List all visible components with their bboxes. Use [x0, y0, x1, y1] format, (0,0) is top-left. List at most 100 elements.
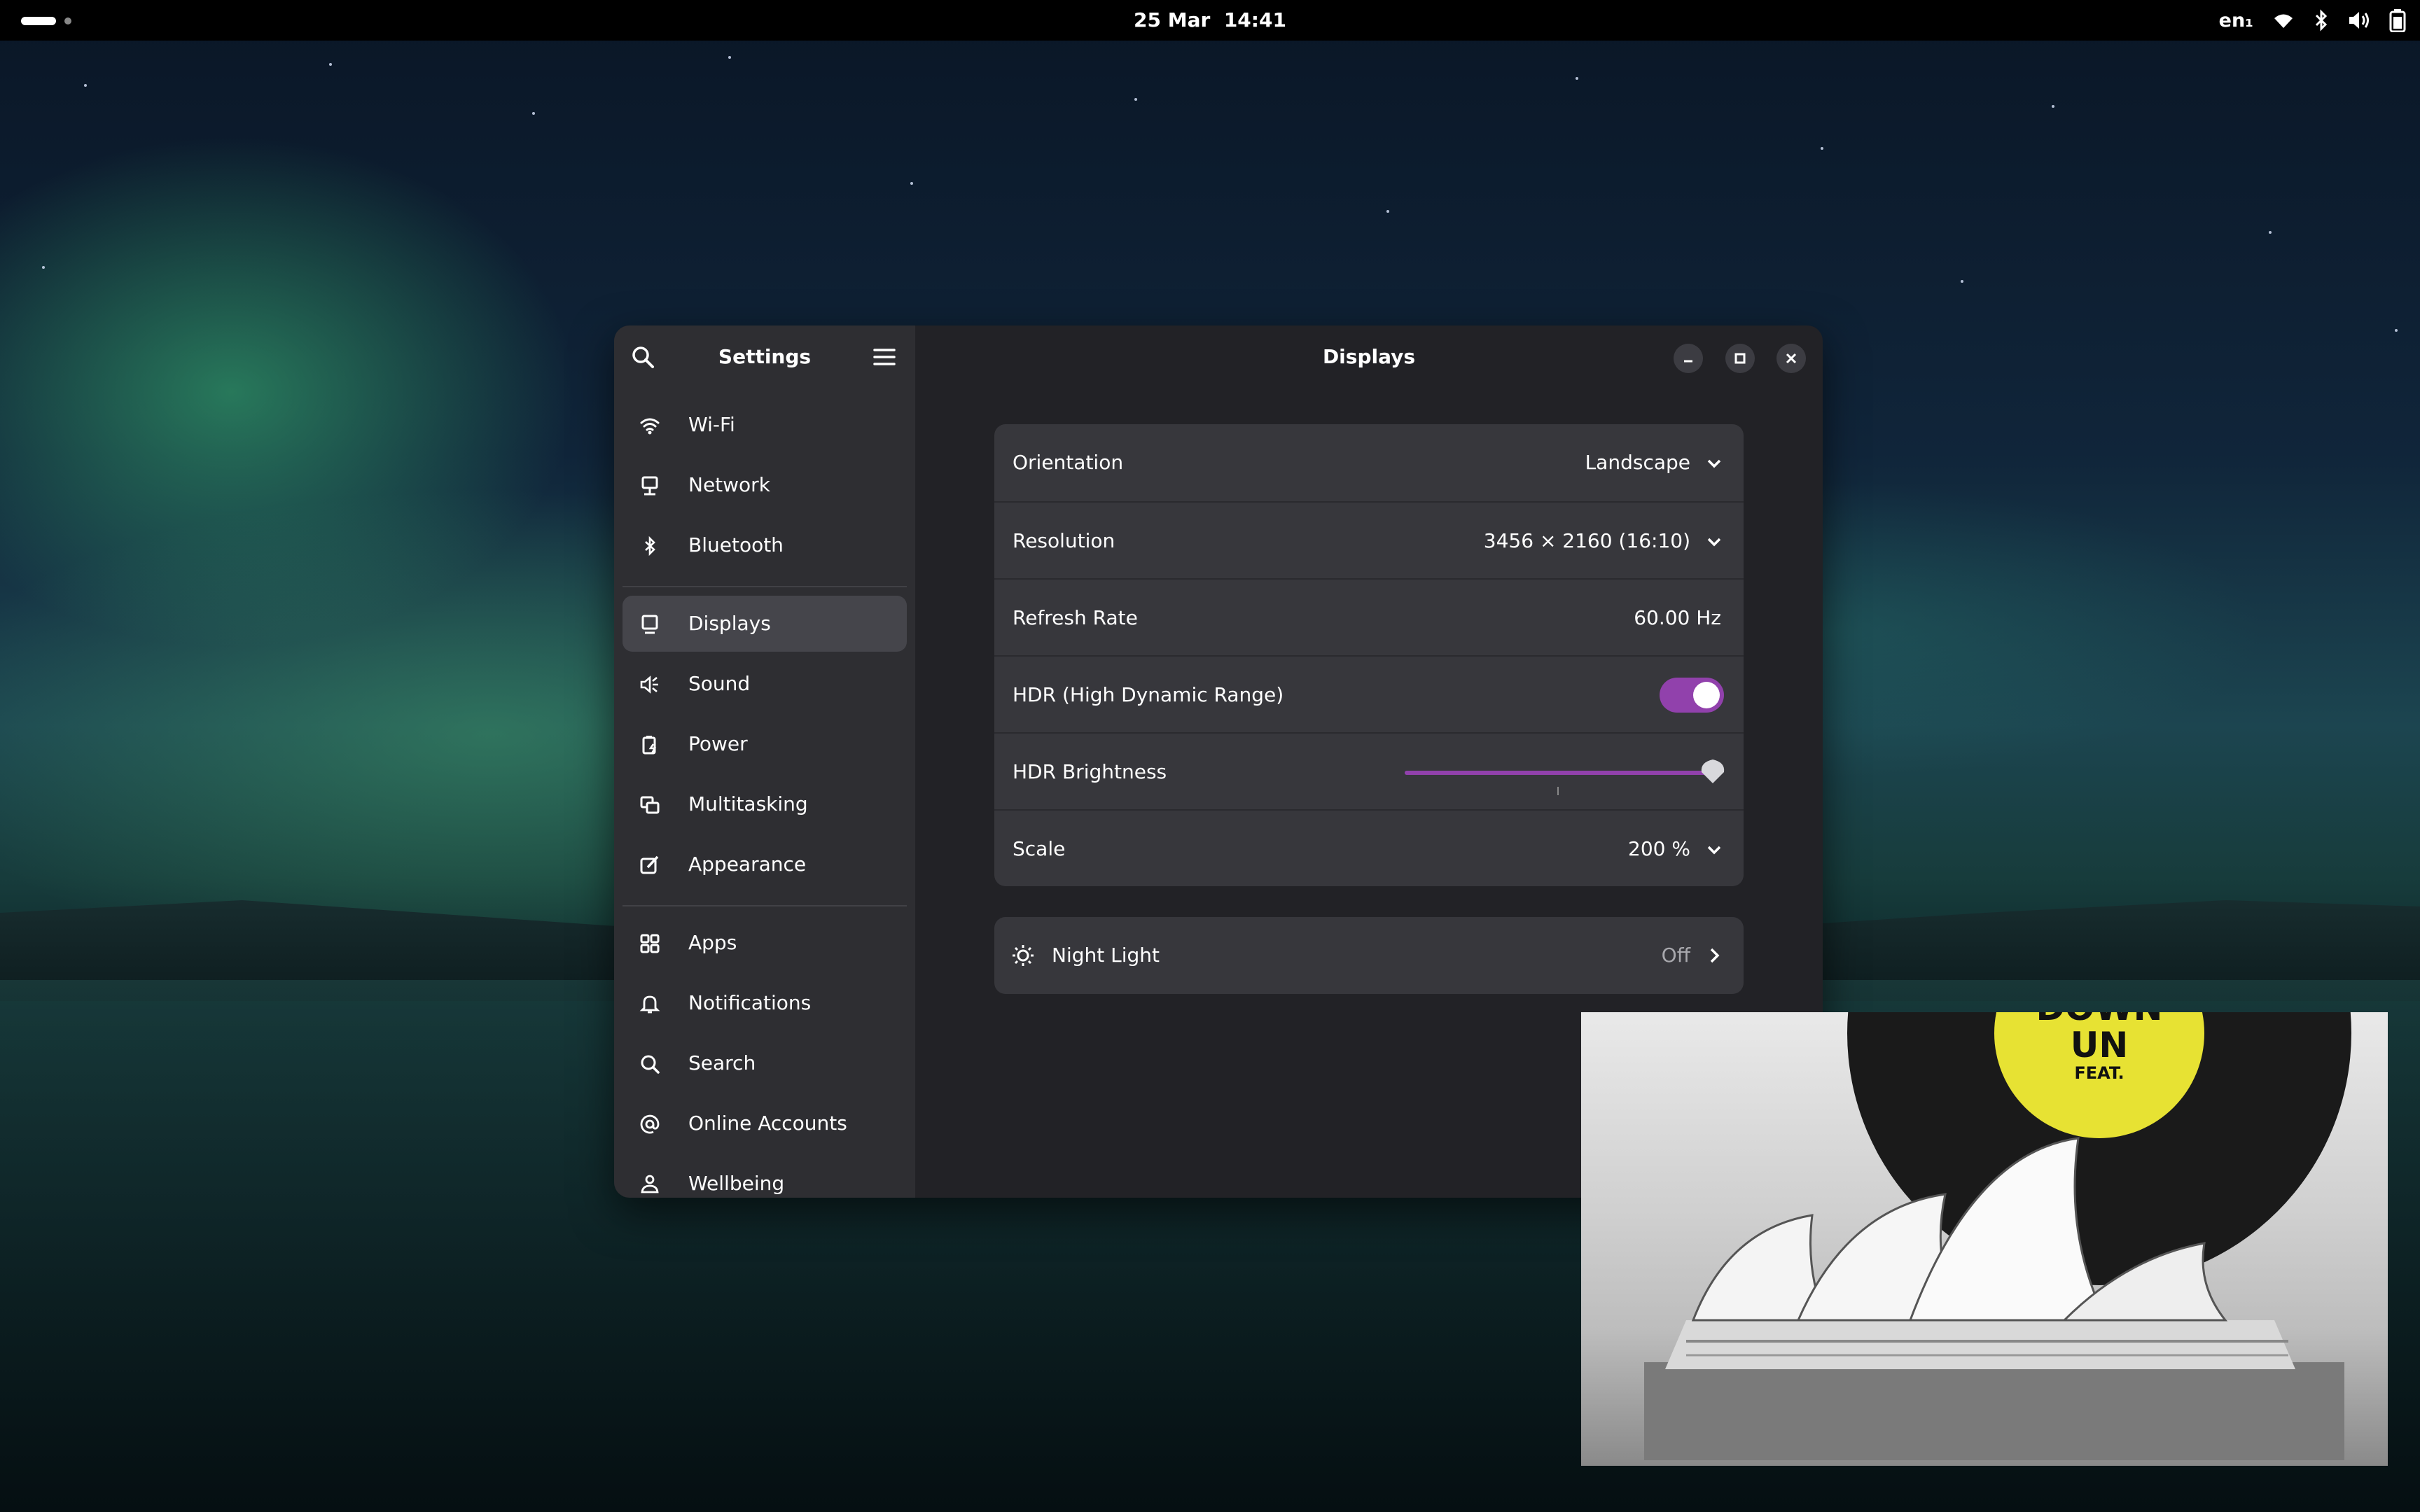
maximize-button[interactable]	[1725, 344, 1755, 373]
sidebar-item-label: Displays	[688, 612, 771, 635]
toggle-knob	[1693, 682, 1720, 708]
sidebar-divider	[623, 905, 907, 906]
wellbeing-icon	[639, 1174, 660, 1195]
star	[2395, 329, 2398, 332]
sidebar: Settings Wi-Fi Network Bluetooth Display…	[614, 326, 915, 1198]
star	[532, 112, 535, 115]
resolution-value: 3456 × 2160 (16:10)	[1483, 529, 1690, 552]
star	[42, 266, 45, 269]
scale-label: Scale	[1013, 837, 1066, 860]
sidebar-item-label: Power	[688, 732, 748, 755]
sidebar-item-power[interactable]: Power	[623, 716, 907, 772]
refresh-rate-value: 60.00 Hz	[1634, 606, 1721, 629]
resolution-label: Resolution	[1013, 529, 1115, 552]
battery-icon	[2389, 8, 2406, 32]
sidebar-item-label: Online Accounts	[688, 1112, 847, 1135]
chevron-down-icon	[1707, 459, 1721, 468]
sidebar-item-network[interactable]: Network	[623, 457, 907, 513]
star	[1386, 210, 1389, 213]
record-label-line: UN	[2070, 1025, 2129, 1065]
sidebar-item-notifications[interactable]: Notifications	[623, 975, 907, 1031]
clock[interactable]: 25 Mar 14:41	[0, 0, 2420, 41]
wifi-icon	[2272, 10, 2295, 31]
chevron-down-icon	[1707, 538, 1721, 547]
sidebar-item-multitasking[interactable]: Multitasking	[623, 776, 907, 832]
sidebar-item-label: Wellbeing	[688, 1172, 785, 1195]
sidebar-title: Settings	[718, 345, 812, 368]
power-icon	[639, 734, 660, 755]
sidebar-divider	[623, 586, 907, 587]
orientation-label: Orientation	[1013, 451, 1124, 474]
sidebar-item-label: Notifications	[688, 991, 812, 1014]
night-light-status: Off	[1661, 944, 1690, 967]
hamburger-menu-icon[interactable]	[873, 346, 896, 370]
slider-fill	[1405, 771, 1713, 775]
star	[910, 182, 913, 185]
bluetooth-icon	[2314, 9, 2329, 31]
hdr-label: HDR (High Dynamic Range)	[1013, 683, 1284, 706]
refresh-rate-label: Refresh Rate	[1013, 606, 1138, 629]
album-art-window[interactable]: DOWN UN FEAT.	[1581, 1012, 2388, 1466]
hdr-toggle[interactable]	[1660, 678, 1724, 713]
sidebar-item-label: Apps	[688, 931, 737, 954]
hdr-brightness-slider[interactable]	[1405, 771, 1713, 775]
sidebar-item-label: Wi-Fi	[688, 413, 735, 436]
star	[84, 84, 87, 87]
sidebar-item-label: Network	[688, 473, 770, 496]
sidebar-item-label: Appearance	[688, 853, 807, 876]
star	[1821, 147, 1823, 150]
at-icon	[639, 1114, 660, 1135]
sound-icon	[639, 674, 660, 695]
star	[1961, 280, 1963, 283]
star	[2269, 231, 2272, 234]
sidebar-item-appearance[interactable]: Appearance	[623, 836, 907, 892]
display-settings-card: Orientation Landscape Resolution 3456 × …	[994, 424, 1744, 886]
orientation-row[interactable]: Orientation Landscape	[994, 424, 1744, 501]
wifi-icon	[639, 415, 660, 436]
hdr-brightness-label: HDR Brightness	[1013, 760, 1167, 783]
sidebar-item-label: Multitasking	[688, 792, 808, 816]
orientation-value: Landscape	[1585, 451, 1690, 474]
sidebar-item-wellbeing[interactable]: Wellbeing	[623, 1156, 907, 1198]
slider-handle[interactable]	[1699, 757, 1727, 785]
keyboard-layout-indicator[interactable]: en₁	[2219, 10, 2253, 31]
sidebar-item-displays[interactable]: Displays	[623, 596, 907, 652]
chevron-down-icon	[1707, 846, 1721, 855]
sidebar-item-label: Bluetooth	[688, 533, 784, 556]
sidebar-item-apps[interactable]: Apps	[623, 915, 907, 971]
night-light-card[interactable]: Night Light Off	[994, 917, 1744, 994]
bluetooth-icon	[639, 536, 660, 556]
slider-default-mark	[1557, 787, 1559, 795]
maximize-icon	[1734, 353, 1746, 364]
appearance-icon	[639, 855, 660, 876]
top-bar: 25 Mar 14:41 en₁	[0, 0, 2420, 41]
time-label: 14:41	[1223, 8, 1286, 31]
record-label-line: FEAT.	[2074, 1063, 2125, 1083]
chevron-right-icon	[1710, 948, 1720, 963]
scale-row[interactable]: Scale 200 %	[994, 809, 1744, 886]
sidebar-item-online-accounts[interactable]: Online Accounts	[623, 1096, 907, 1152]
volume-icon	[2347, 10, 2371, 31]
resolution-row[interactable]: Resolution 3456 × 2160 (16:10)	[994, 501, 1744, 580]
date-label: 25 Mar	[1134, 8, 1211, 31]
scale-value: 200 %	[1628, 837, 1690, 860]
apps-icon	[639, 933, 660, 954]
hdr-row: HDR (High Dynamic Range)	[994, 655, 1744, 734]
sidebar-item-label: Sound	[688, 672, 751, 695]
sidebar-item-sound[interactable]: Sound	[623, 656, 907, 712]
sidebar-header: Settings	[614, 326, 915, 388]
sidebar-item-wifi[interactable]: Wi-Fi	[623, 397, 907, 453]
close-button[interactable]	[1776, 344, 1806, 373]
minimize-button[interactable]	[1674, 344, 1703, 373]
system-tray[interactable]: en₁	[2219, 0, 2406, 41]
hdr-brightness-row: HDR Brightness	[994, 732, 1744, 811]
opera-house-image	[1644, 1137, 2344, 1460]
refresh-rate-row: Refresh Rate 60.00 Hz	[994, 578, 1744, 657]
search-icon[interactable]	[631, 345, 655, 372]
close-icon	[1786, 353, 1797, 364]
sidebar-item-search[interactable]: Search	[623, 1035, 907, 1091]
bell-icon	[639, 993, 660, 1014]
sidebar-item-bluetooth[interactable]: Bluetooth	[623, 517, 907, 573]
star	[728, 56, 731, 59]
search-icon	[639, 1054, 660, 1074]
